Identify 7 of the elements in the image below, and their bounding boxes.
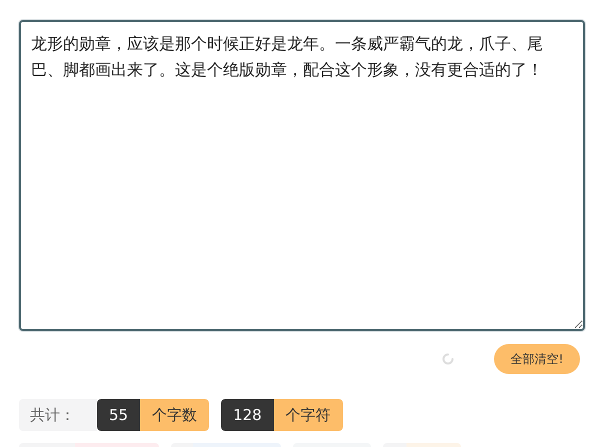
total-label: 共计： — [19, 399, 97, 431]
count-unit: 个字数 — [140, 399, 210, 431]
count-unit: 个字符 — [274, 399, 343, 431]
clear-all-button[interactable]: 全部清空! — [494, 344, 580, 374]
text-input-field[interactable]: 龙形的勋章，应该是那个时候正好是龙年。一条威严霸气的龙，爪子、尾巴、脚都画出来了。这是个绝版勋章，配合这个形象，没有更合适的了！ — [19, 20, 585, 331]
count-value: 55 — [97, 399, 140, 431]
count-value: 128 — [221, 399, 274, 431]
